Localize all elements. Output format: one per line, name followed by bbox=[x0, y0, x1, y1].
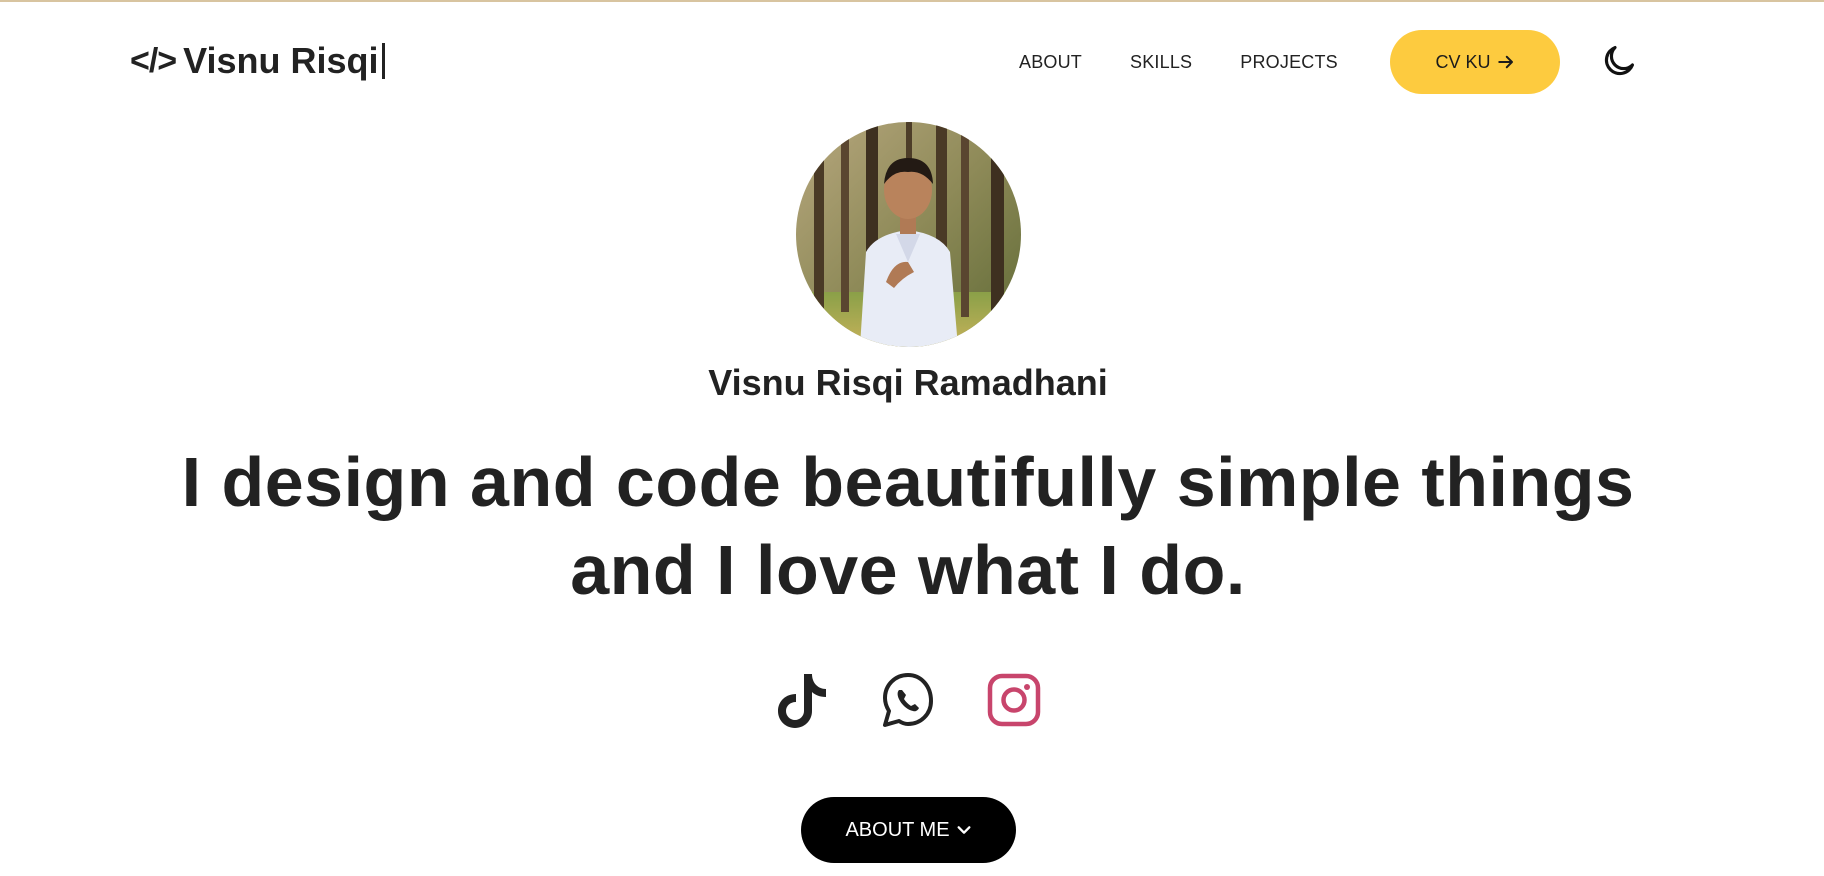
site-header: </> Visnu Risqi ABOUT SKILLS PROJECTS CV… bbox=[0, 0, 1824, 125]
arrow-right-icon bbox=[1497, 55, 1513, 69]
social-links bbox=[774, 670, 1042, 730]
whatsapp-link[interactable] bbox=[880, 670, 936, 730]
headline-line-2: and I love what I do. bbox=[570, 531, 1246, 609]
nav-link-projects[interactable]: PROJECTS bbox=[1240, 52, 1338, 73]
headline-line-1: I design and code beautifully simple thi… bbox=[181, 443, 1635, 521]
about-me-button[interactable]: ABOUT ME bbox=[801, 797, 1016, 863]
nav-link-skills[interactable]: SKILLS bbox=[1130, 52, 1192, 73]
profile-name: Visnu Risqi Ramadhani bbox=[708, 362, 1108, 403]
whatsapp-icon bbox=[883, 673, 933, 727]
chevron-down-icon bbox=[957, 826, 971, 834]
code-icon: </> bbox=[130, 41, 177, 80]
tiktok-link[interactable] bbox=[774, 670, 830, 730]
instagram-icon bbox=[987, 673, 1041, 727]
about-me-label: ABOUT ME bbox=[845, 818, 950, 841]
cv-button[interactable]: CV KU bbox=[1390, 30, 1560, 94]
tiktok-icon bbox=[778, 674, 826, 728]
instagram-link[interactable] bbox=[986, 670, 1042, 730]
cv-button-label: CV KU bbox=[1435, 51, 1491, 72]
profile-photo bbox=[796, 122, 1021, 347]
site-logo[interactable]: </> Visnu Risqi bbox=[130, 40, 385, 82]
moon-icon bbox=[1604, 45, 1635, 76]
main-nav: ABOUT SKILLS PROJECTS bbox=[1019, 52, 1338, 73]
logo-text: Visnu Risqi bbox=[183, 40, 379, 81]
hero-headline: I design and code beautifully simple thi… bbox=[0, 438, 1816, 614]
typing-cursor bbox=[381, 43, 385, 79]
theme-toggle-button[interactable] bbox=[1600, 42, 1638, 80]
nav-link-about[interactable]: ABOUT bbox=[1019, 52, 1082, 73]
